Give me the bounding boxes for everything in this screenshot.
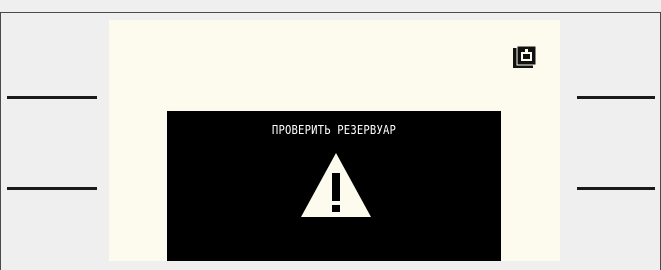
alert-panel: ПРОВЕРИТЬ РЕЗЕРВУАР xyxy=(167,111,501,261)
warning-triangle-icon xyxy=(301,153,371,217)
alert-message: ПРОВЕРИТЬ РЕЗЕРВУАР xyxy=(271,123,397,137)
right-soft-key-1[interactable] xyxy=(577,96,655,99)
tank-icon xyxy=(513,45,537,68)
right-soft-key-2[interactable] xyxy=(577,187,655,190)
display-screen: ПРОВЕРИТЬ РЕЗЕРВУАР xyxy=(109,20,560,261)
left-soft-key-2[interactable] xyxy=(7,187,97,190)
left-soft-key-1[interactable] xyxy=(7,96,97,99)
